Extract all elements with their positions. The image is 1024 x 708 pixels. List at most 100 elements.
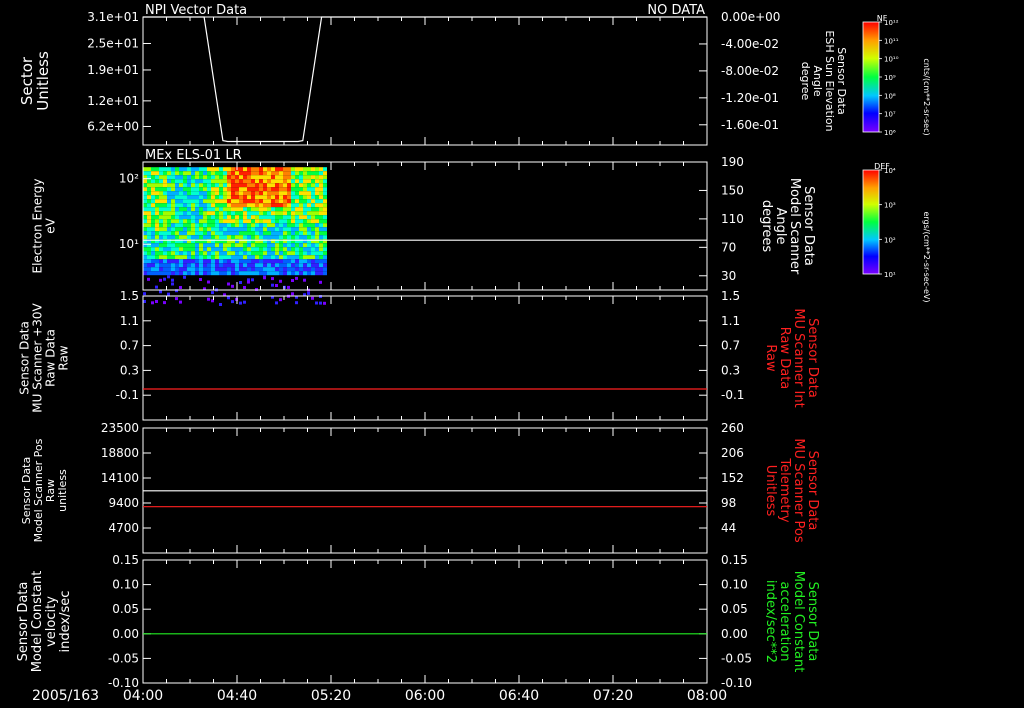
spectrogram-cell xyxy=(287,247,291,252)
x-tick-label: 06:40 xyxy=(499,688,539,704)
spectrogram-speck xyxy=(271,283,274,287)
y-tick-label: 0.3 xyxy=(120,363,139,377)
spectrogram-cell xyxy=(183,255,187,260)
right-y-tick-label: -0.05 xyxy=(721,651,752,665)
spectrogram-cell xyxy=(215,267,219,272)
spectrogram-cell xyxy=(215,175,219,180)
spectrogram-cell xyxy=(251,195,255,200)
spectrogram-cell xyxy=(323,263,327,268)
spectrogram-cell xyxy=(279,215,283,220)
spectrogram-cell xyxy=(279,183,283,188)
spectrogram-cell xyxy=(315,223,319,228)
spectrogram-speck xyxy=(307,291,310,295)
spectrogram-cell xyxy=(299,263,303,268)
spectrogram-cell xyxy=(175,263,179,268)
spectrogram-cell xyxy=(255,247,259,252)
spectrogram-cell xyxy=(259,243,263,248)
spectrogram-cell xyxy=(243,267,247,272)
spectrogram-cell xyxy=(171,187,175,192)
spectrogram-cell xyxy=(299,175,303,180)
spectrogram-cell xyxy=(287,195,291,200)
spectrogram-cell xyxy=(239,227,243,232)
colorbar-tick-label: 10⁹ xyxy=(884,74,896,82)
spectrogram-cell xyxy=(203,195,207,200)
spectrogram-cell xyxy=(299,191,303,196)
spectrogram-cell xyxy=(259,167,263,172)
panel-frame xyxy=(142,295,708,421)
spectrogram-cell xyxy=(271,227,275,232)
spectrogram-cell xyxy=(267,215,271,220)
spectrogram-cell xyxy=(259,191,263,196)
right-y-tick-label: 30 xyxy=(721,269,736,283)
spectrogram-cell xyxy=(231,175,235,180)
spectrogram-cell xyxy=(167,167,171,172)
spectrogram-cell xyxy=(263,271,267,276)
spectrogram-cell xyxy=(303,199,307,204)
spectrogram-cell xyxy=(239,251,243,256)
spectrogram-cell xyxy=(159,267,163,272)
spectrogram-cell xyxy=(179,247,183,252)
spectrogram-cell xyxy=(307,203,311,208)
spectrogram-cell xyxy=(159,255,163,260)
spectrogram-cell xyxy=(159,259,163,264)
spectrogram-cell xyxy=(299,179,303,184)
spectrogram-cell xyxy=(287,175,291,180)
spectrogram-cell xyxy=(199,183,203,188)
spectrogram-cell xyxy=(199,227,203,232)
spectrogram-cell xyxy=(227,235,231,240)
spectrogram-cell xyxy=(219,227,223,232)
spectrogram-cell xyxy=(155,171,159,176)
spectrogram-cell xyxy=(235,207,239,212)
spectrogram-speck xyxy=(243,286,246,289)
spectrogram-cell xyxy=(159,235,163,240)
spectrogram-cell xyxy=(243,259,247,264)
spectrogram-cell xyxy=(323,187,327,192)
spectrogram-cell xyxy=(251,187,255,192)
spectrogram-cell xyxy=(199,235,203,240)
spectrogram-cell xyxy=(279,167,283,172)
spectrogram-cell xyxy=(275,207,279,212)
y-axis-label: unitless xyxy=(56,469,69,512)
spectrogram-cell xyxy=(267,207,271,212)
spectrogram-speck xyxy=(155,300,158,303)
spectrogram-cell xyxy=(227,219,231,224)
spectrogram-cell xyxy=(151,267,155,272)
spectrogram-cell xyxy=(311,223,315,228)
spectrogram-cell xyxy=(239,171,243,176)
spectrogram-cell xyxy=(171,171,175,176)
spectrogram-cell xyxy=(167,171,171,176)
spectrogram-cell xyxy=(319,167,323,172)
spectrogram-cell xyxy=(267,271,271,276)
spectrogram-cell xyxy=(203,175,207,180)
spectrogram-cell xyxy=(323,271,327,276)
spectrogram-cell xyxy=(171,199,175,204)
spectrogram-cell xyxy=(203,247,207,252)
spectrogram-cell xyxy=(195,227,199,232)
spectrogram-cell xyxy=(279,267,283,272)
spectrogram-cell xyxy=(163,195,167,200)
spectrogram-cell xyxy=(223,231,227,236)
spectrogram-cell xyxy=(299,219,303,224)
spectrogram-cell xyxy=(195,223,199,228)
spectrogram-cell xyxy=(215,203,219,208)
spectrogram-cell xyxy=(323,171,327,176)
right-y-tick-label: 0.10 xyxy=(721,578,748,592)
spectrogram-cell xyxy=(315,243,319,248)
spectrogram-cell xyxy=(199,203,203,208)
spectrogram-cell xyxy=(243,199,247,204)
spectrogram-speck xyxy=(287,285,290,289)
spectrogram-cell xyxy=(319,171,323,176)
spectrogram-cell xyxy=(167,191,171,196)
spectrogram-cell xyxy=(219,195,223,200)
colorbar-tick-label: 10³ xyxy=(884,202,896,210)
spectrogram-cell xyxy=(187,259,191,264)
y-tick-label: 0.05 xyxy=(112,602,139,616)
spectrogram-cell xyxy=(255,179,259,184)
spectrogram-cell xyxy=(267,195,271,200)
spectrogram-cell xyxy=(191,271,195,276)
spectrogram-cell xyxy=(187,271,191,276)
spectrogram-cell xyxy=(199,223,203,228)
spectrogram-cell xyxy=(259,183,263,188)
spectrogram-cell xyxy=(275,199,279,204)
spectrogram-cell xyxy=(179,267,183,272)
